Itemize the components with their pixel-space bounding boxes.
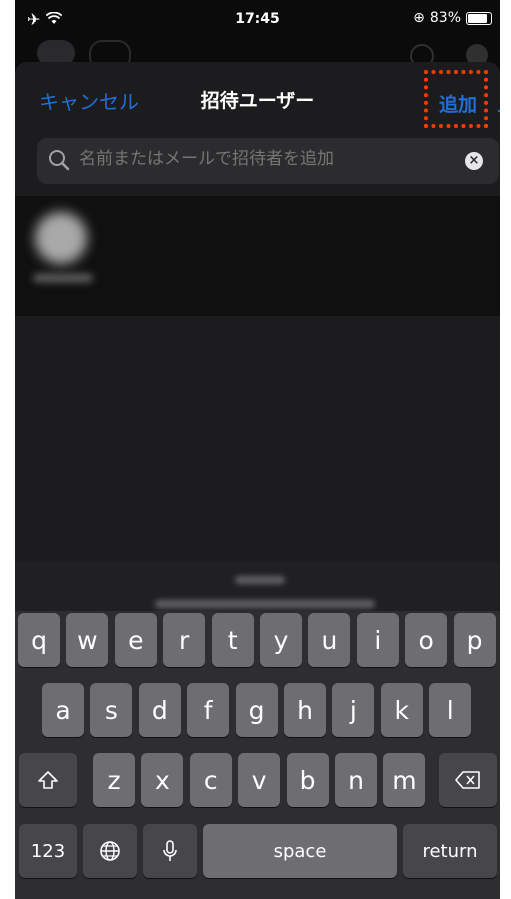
microphone-icon: [163, 840, 177, 861]
return-key[interactable]: return: [403, 824, 497, 878]
globe-icon: [100, 841, 120, 861]
hint-line: [155, 600, 375, 608]
key-l[interactable]: l: [429, 683, 472, 737]
search-icon: [47, 148, 71, 176]
search-input[interactable]: [79, 149, 459, 169]
user-avatar[interactable]: [35, 212, 87, 264]
key-g[interactable]: g: [235, 683, 278, 737]
key-w[interactable]: w: [66, 613, 109, 667]
add-button-highlight: 追加: [424, 70, 488, 128]
clear-icon[interactable]: ×: [465, 152, 483, 170]
dictation-key[interactable]: [143, 824, 197, 878]
phone-screen: ✈ 17:45 ⊕ 83% キャンセル 招待ユーザー 追加 .: [15, 0, 500, 899]
key-v[interactable]: v: [238, 753, 281, 807]
user-list: [15, 196, 500, 316]
key-f[interactable]: f: [187, 683, 230, 737]
key-r[interactable]: r: [163, 613, 206, 667]
key-x[interactable]: x: [141, 753, 184, 807]
key-q[interactable]: q: [18, 613, 60, 667]
battery-percent: 83%: [429, 10, 461, 26]
battery-icon: [466, 11, 492, 25]
key-i[interactable]: i: [356, 613, 399, 667]
key-m[interactable]: m: [383, 753, 426, 807]
key-s[interactable]: s: [90, 683, 133, 737]
search-bar[interactable]: ×: [37, 138, 499, 184]
key-d[interactable]: d: [138, 683, 181, 737]
numbers-key[interactable]: 123: [19, 824, 77, 878]
key-z[interactable]: z: [93, 753, 135, 807]
key-c[interactable]: c: [189, 753, 232, 807]
key-j[interactable]: j: [332, 683, 375, 737]
nav-bar: キャンセル 招待ユーザー 追加 .: [15, 62, 500, 136]
key-e[interactable]: e: [114, 613, 157, 667]
key-k[interactable]: k: [380, 683, 423, 737]
key-o[interactable]: o: [405, 613, 448, 667]
key-p[interactable]: p: [453, 613, 496, 667]
shift-icon: [38, 771, 58, 789]
keyboard: qwertyuiop asdfghjkl zxcvbnm 123 space r…: [15, 611, 500, 899]
hint-line: [235, 576, 285, 584]
status-bar: ✈ 17:45 ⊕ 83%: [15, 0, 500, 36]
highlight-dot: .: [496, 96, 500, 117]
key-n[interactable]: n: [335, 753, 377, 807]
backspace-key[interactable]: [439, 753, 497, 807]
key-y[interactable]: y: [260, 613, 302, 667]
space-key[interactable]: space: [203, 824, 397, 878]
key-b[interactable]: b: [286, 753, 329, 807]
backspace-icon: [455, 771, 480, 789]
key-h[interactable]: h: [284, 683, 326, 737]
globe-key[interactable]: [83, 824, 137, 878]
user-name-blurred: [33, 274, 93, 282]
rotation-lock-icon: ⊕: [413, 10, 425, 26]
key-a[interactable]: a: [42, 683, 84, 737]
add-button[interactable]: 追加: [439, 90, 477, 117]
status-right: ⊕ 83%: [413, 10, 492, 26]
key-u[interactable]: u: [308, 613, 351, 667]
shift-key[interactable]: [19, 753, 77, 807]
key-t[interactable]: t: [211, 613, 254, 667]
